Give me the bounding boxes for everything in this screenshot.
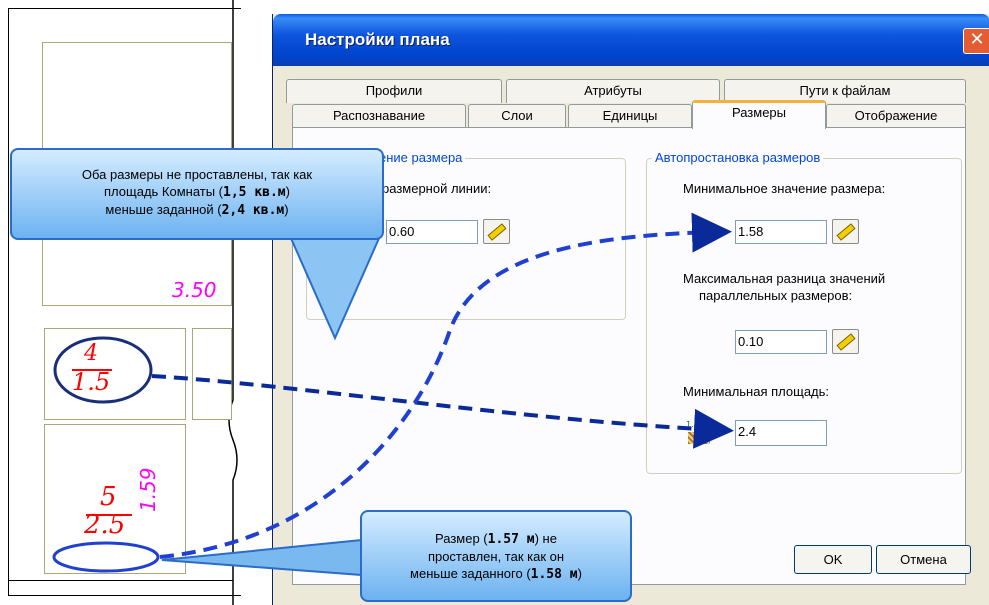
min-area-label: Минимальная площадь: — [683, 384, 830, 399]
min-value-label: Минимальное значение размера: — [683, 181, 886, 196]
tab-dimensions[interactable]: Размеры — [692, 100, 826, 129]
close-button[interactable]: ✕ — [963, 28, 989, 54]
room-small-1 — [44, 328, 186, 420]
tab-attributes[interactable]: Атрибуты — [506, 79, 720, 103]
ruler-button-2[interactable] — [832, 219, 859, 244]
dimension-350: 3.50 — [172, 278, 217, 302]
cancel-button[interactable]: Отмена — [876, 545, 971, 574]
area-icon: 1.m2 — [686, 420, 732, 448]
ruler-button-1[interactable] — [483, 219, 510, 244]
room1-area: 1.5 — [72, 368, 111, 396]
area-icon-hatch — [688, 432, 710, 444]
plan-line — [8, 580, 233, 581]
dimension-line-field[interactable]: 0.60 — [386, 220, 478, 244]
callout-top-line3: меньше заданной (2,4 кв.м) — [105, 202, 289, 218]
room2-number: 5 — [100, 482, 117, 512]
callout-bottom-line1: Размер (1.57 м) не — [435, 531, 557, 547]
ok-button[interactable]: OK — [794, 545, 872, 574]
max-diff-label-1: Максимальная разница значений — [683, 271, 886, 286]
ruler-icon — [836, 223, 856, 241]
tab-units[interactable]: Единицы — [568, 104, 692, 128]
room1-number: 4 — [84, 341, 98, 366]
help-button[interactable]: ? — [300, 545, 316, 563]
room2-area: 2.5 — [84, 510, 126, 540]
left-group-title: ение размера — [376, 150, 466, 165]
min-value-field[interactable]: 1.58 — [735, 220, 827, 244]
callout-bottom: Размер (1.57 м) не проставлен, так как о… — [360, 510, 632, 602]
callout-top-line1: Оба размеры не проставлены, так как — [81, 167, 313, 182]
tab-display[interactable]: Отображение — [826, 104, 966, 128]
callout-top-line2: площадь Комнаты (1,5 кв.м) — [104, 184, 290, 200]
window-title: Настройки плана — [305, 30, 450, 49]
left-group-label: размерной линии: — [382, 181, 492, 196]
ruler-icon — [836, 333, 856, 351]
area-icon-text: 1.m2 — [686, 420, 707, 429]
auto-group-title: Автопростановка размеров — [652, 150, 824, 165]
callout-bottom-line3: меньше заданного (1.58 м) — [410, 566, 582, 582]
title-bar[interactable]: Настройки плана ✕ — [273, 14, 989, 66]
tab-profiles[interactable]: Профили — [286, 79, 502, 103]
tab-recognition[interactable]: Распознавание — [292, 104, 466, 128]
min-area-field[interactable]: 2.4 — [735, 420, 827, 446]
tab-layers[interactable]: Слои — [468, 104, 566, 128]
vertical-dimension: 1.59 — [136, 467, 160, 512]
plan-area: 3.50 4 1.5 5 2.5 1.59 — [0, 0, 272, 605]
callout-top: Оба размеры не проставлены, так как площ… — [10, 148, 384, 240]
max-diff-field[interactable]: 0.10 — [735, 330, 827, 354]
callout-bottom-line2: проставлен, так как он — [427, 549, 565, 564]
ruler-button-3[interactable] — [832, 329, 859, 354]
ruler-icon — [487, 223, 507, 241]
max-diff-label-2: параллельных размеров: — [699, 288, 853, 303]
room-right — [192, 328, 232, 420]
